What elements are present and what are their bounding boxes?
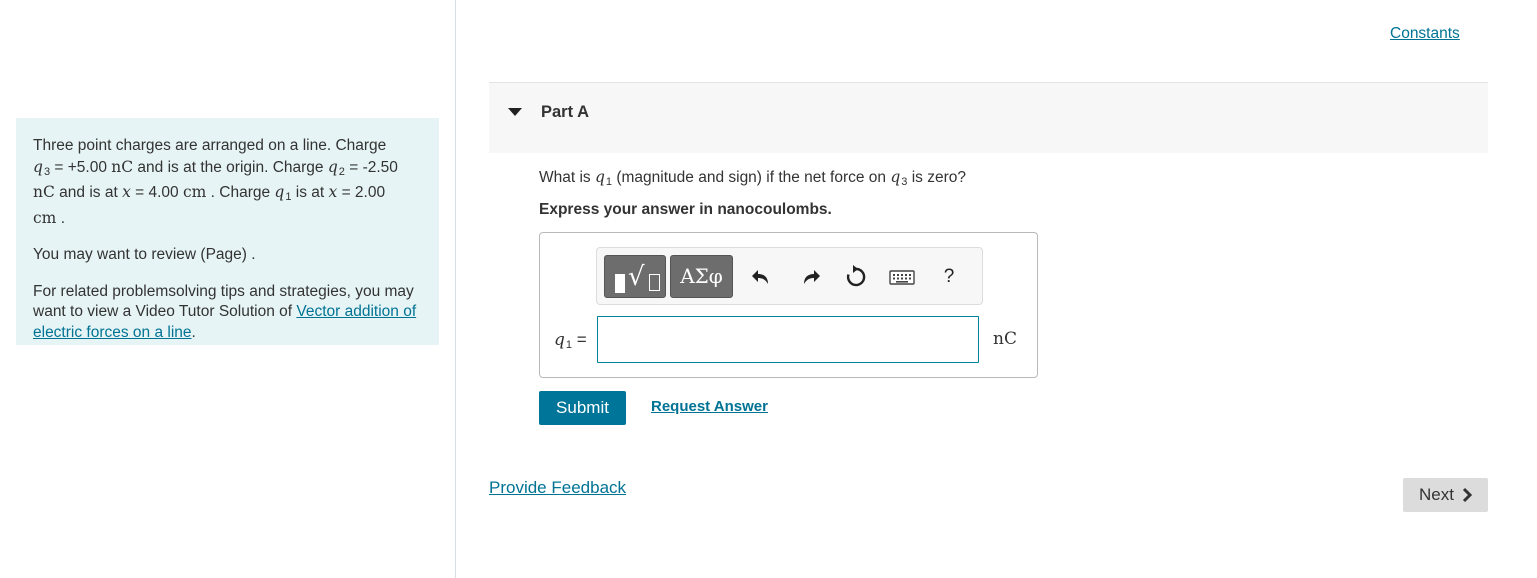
q1-symbol: q [274,183,285,201]
chevron-right-icon [1462,487,1473,503]
answer-box: √ ΑΣφ ? q1 = nC [539,232,1038,378]
q2-tail-text: and is at [54,184,123,201]
tips-end: . [191,323,196,341]
problem-info-panel: Three point charges are arranged on a li… [16,118,439,345]
q2-symbol: q [327,157,338,176]
math-toolbar: √ ΑΣφ ? [596,247,983,305]
tips-paragraph: For related problemsolving tips and stra… [33,282,421,344]
greek-symbols-button[interactable]: ΑΣφ [670,255,733,298]
question-pre: What is [539,169,595,186]
undo-icon[interactable] [750,263,774,291]
q3-symbol: q [33,157,43,176]
column-divider [455,0,456,578]
part-title: Part A [541,103,589,121]
submit-button[interactable]: Submit [539,391,626,425]
q1-position: = 2.00 [337,184,386,201]
part-a-header[interactable]: Part A [489,82,1488,153]
question-q1-symbol: q [594,168,605,186]
answer-unit: nC [993,329,1017,349]
redo-icon[interactable] [798,263,822,291]
question-q3-symbol: q [890,168,901,186]
templates-button[interactable]: √ [604,255,666,298]
problem-intro-text: Three point charges are arranged on a li… [33,137,387,154]
review-text: You may want to review (Page) . [33,246,256,263]
q2-value: = -2.50 [344,158,398,176]
question-text: What is q1 (magnitude and sign) if the n… [539,168,966,188]
answer-input[interactable] [597,316,979,363]
q1-tail-text: is at [291,184,329,201]
q1-intro-text: . Charge [206,184,275,201]
q3-tail-text: and is at the origin. Charge [133,158,328,176]
q2-position: = 4.00 [130,184,183,201]
problem-statement: Three point charges are arranged on a li… [33,136,421,229]
request-answer-link[interactable]: Request Answer [651,398,768,415]
x-symbol-2: x [328,183,338,201]
answer-instruction: Express your answer in nanocoulombs. [539,201,832,218]
statement-end: . [56,209,66,227]
caret-down-icon[interactable] [508,108,522,116]
answer-label-symbol: q [554,330,565,350]
answer-label-equals: = [572,330,587,349]
template-box-icon [615,274,625,293]
provide-feedback-link[interactable]: Provide Feedback [489,478,626,498]
question-post: is zero? [907,169,967,186]
sqrt-icon: √ [628,262,645,292]
reset-icon[interactable] [844,263,868,291]
q2-unit: nC [33,183,55,201]
q2-position-unit: cm [182,183,207,201]
x-symbol: x [122,183,131,201]
keyboard-icon[interactable] [888,263,916,291]
q3-unit: nC [111,157,134,176]
next-label: Next [1419,485,1454,504]
template-outline-icon [649,274,660,291]
question-mid: (magnitude and sign) if the net force on [612,169,891,186]
answer-label: q1 = [554,330,587,351]
constants-link[interactable]: Constants [1390,25,1460,43]
next-button[interactable]: Next [1403,478,1488,512]
q1-position-unit: cm [33,208,57,227]
help-button[interactable]: ? [939,263,959,291]
q3-value: = +5.00 [50,158,112,176]
